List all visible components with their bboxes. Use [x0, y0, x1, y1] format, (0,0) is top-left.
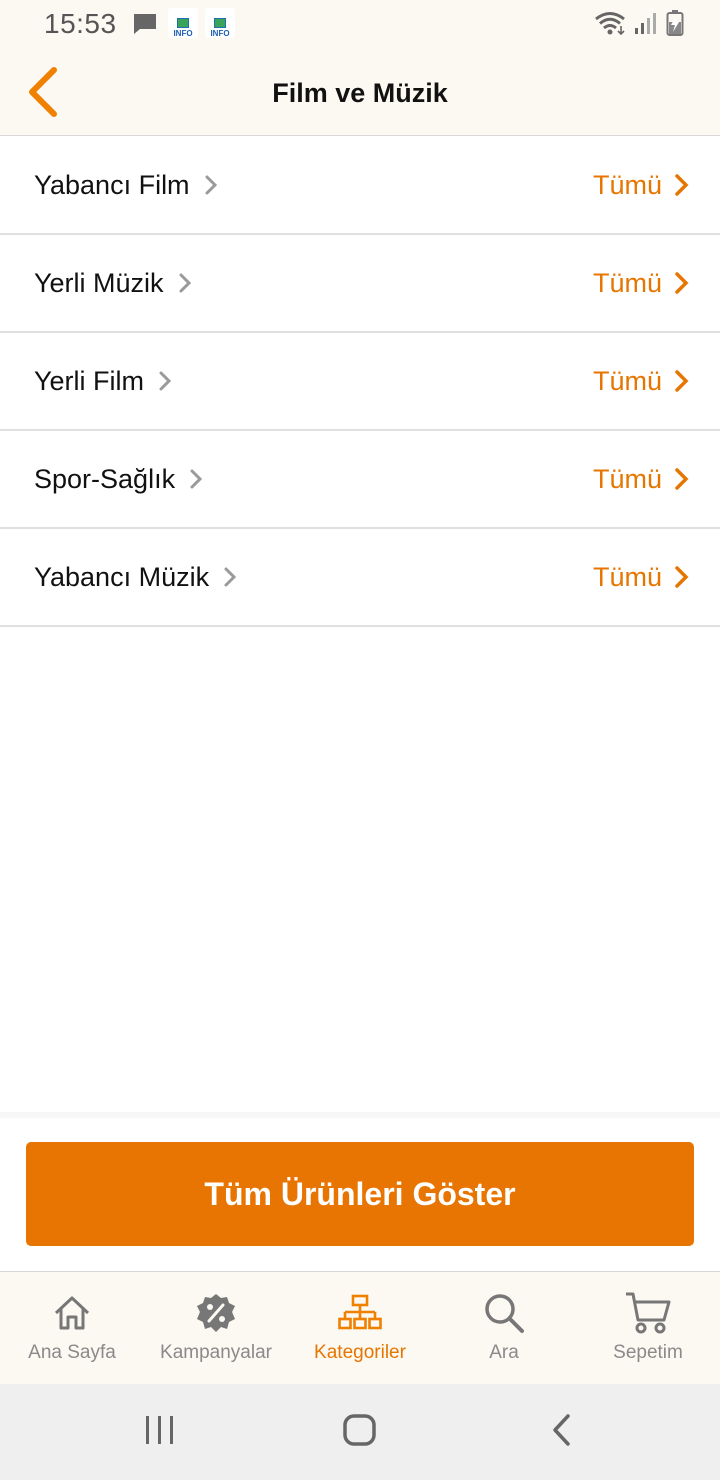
chevron-right-icon — [675, 370, 689, 392]
tab-home[interactable]: Ana Sayfa — [0, 1272, 144, 1384]
chevron-right-icon — [675, 566, 689, 588]
back-nav-button[interactable] — [550, 1412, 576, 1453]
tab-categories[interactable]: Kategoriler — [288, 1272, 432, 1384]
category-name: Yabancı Film — [34, 169, 190, 200]
category-all-label: Tümü — [592, 463, 662, 494]
battery-icon — [666, 10, 684, 41]
back-nav-icon — [553, 1414, 570, 1446]
info-app-label: INFO — [173, 29, 193, 38]
show-all-area: Tüm Ürünleri Göster — [0, 1112, 720, 1272]
category-all-link[interactable]: Tümü — [593, 529, 690, 625]
tab-label: Sepetim — [613, 1342, 683, 1363]
category-all-link[interactable]: Tümü — [593, 235, 690, 331]
show-all-products-button[interactable]: Tüm Ürünleri Göster — [26, 1142, 694, 1246]
category-all-link[interactable]: Tümü — [593, 137, 690, 233]
chevron-right-icon — [675, 174, 689, 196]
info-app-icon: INFO — [205, 8, 235, 38]
signal-icon — [634, 11, 658, 40]
search-icon — [483, 1290, 525, 1336]
recent-apps-button[interactable] — [144, 1412, 176, 1453]
tab-campaigns[interactable]: Kampanyalar — [144, 1272, 288, 1384]
chevron-right-icon — [675, 468, 689, 490]
chevron-right-icon — [159, 371, 172, 391]
info-app-label: INFO — [210, 29, 230, 38]
wifi-icon — [594, 10, 626, 41]
home-nav-button[interactable] — [342, 1412, 378, 1453]
chevron-right-icon — [190, 469, 203, 489]
system-nav-bar — [0, 1384, 720, 1480]
category-link[interactable]: Yerli Film — [34, 333, 172, 429]
category-name: Yerli Film — [34, 365, 145, 396]
percent-badge-icon — [195, 1290, 237, 1336]
home-icon — [52, 1290, 92, 1336]
tab-cart[interactable]: Sepetim — [576, 1272, 720, 1384]
category-row[interactable]: Yerli Film Tümü — [0, 333, 720, 431]
chevron-right-icon — [675, 272, 689, 294]
recent-apps-icon — [146, 1416, 173, 1444]
status-bar: 15:53 INFO INFO — [0, 0, 720, 48]
tab-label: Kampanyalar — [160, 1342, 272, 1363]
show-all-products-label: Tüm Ürünleri Göster — [204, 1175, 516, 1212]
category-tree-icon — [338, 1290, 382, 1336]
category-all-label: Tümü — [592, 365, 662, 396]
tab-search[interactable]: Ara — [432, 1272, 576, 1384]
category-name: Yerli Müzik — [34, 267, 164, 298]
app-header: Film ve Müzik — [0, 48, 720, 136]
category-name: Spor-Sağlık — [34, 463, 176, 494]
status-time: 15:53 — [44, 8, 117, 39]
category-link[interactable]: Spor-Sağlık — [34, 431, 203, 527]
tab-label: Ana Sayfa — [28, 1342, 116, 1363]
category-list: Yabancı Film Tümü Yerli Müzik Tümü Yerli… — [0, 137, 720, 627]
category-link[interactable]: Yerli Müzik — [34, 235, 192, 331]
category-all-label: Tümü — [592, 561, 662, 592]
category-all-link[interactable]: Tümü — [593, 333, 690, 429]
category-all-link[interactable]: Tümü — [593, 431, 690, 527]
category-row[interactable]: Yabancı Müzik Tümü — [0, 529, 720, 627]
message-icon — [132, 12, 158, 41]
category-all-label: Tümü — [592, 267, 662, 298]
category-link[interactable]: Yabancı Film — [34, 137, 218, 233]
category-all-label: Tümü — [592, 169, 662, 200]
category-name: Yabancı Müzik — [34, 561, 210, 592]
status-icons — [594, 10, 684, 41]
info-app-icon: INFO — [168, 8, 198, 38]
category-row[interactable]: Yabancı Film Tümü — [0, 137, 720, 235]
bottom-tab-bar: Ana Sayfa Kampanyalar Kategoriler Ara Se… — [0, 1271, 720, 1384]
category-row[interactable]: Yerli Müzik Tümü — [0, 235, 720, 333]
tab-label: Ara — [489, 1342, 519, 1363]
page-title: Film ve Müzik — [272, 78, 448, 108]
home-nav-icon — [343, 1414, 376, 1446]
cart-icon — [624, 1290, 672, 1336]
category-row[interactable]: Spor-Sağlık Tümü — [0, 431, 720, 529]
chevron-right-icon — [179, 273, 191, 293]
category-link[interactable]: Yabancı Müzik — [34, 529, 237, 625]
tab-label: Kategoriler — [314, 1342, 406, 1363]
chevron-right-icon — [224, 567, 237, 587]
chevron-right-icon — [205, 175, 217, 195]
